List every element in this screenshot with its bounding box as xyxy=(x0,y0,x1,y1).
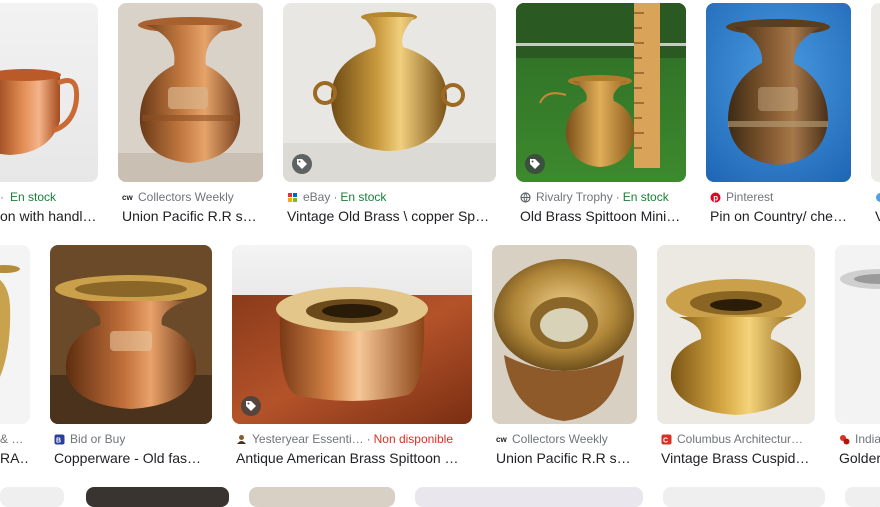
result-thumbnail[interactable] xyxy=(492,245,637,424)
ebay-favicon-icon xyxy=(288,192,297,202)
result-source: C Columbus Architectur… xyxy=(661,432,804,446)
svg-text:cw: cw xyxy=(496,435,507,444)
result-title[interactable]: Copperware - Old fas… xyxy=(54,448,214,468)
stock-badge: En stock xyxy=(10,190,57,204)
result-title[interactable]: Union Pacific R.R s… xyxy=(496,448,638,468)
svg-text:cw: cw xyxy=(122,193,133,202)
result-thumbnail-partial[interactable] xyxy=(663,487,825,507)
brass-cuspidor-image xyxy=(657,245,815,424)
yesteryear-favicon-icon xyxy=(237,434,246,444)
blue-background-spittoon-image xyxy=(706,3,851,182)
spittoon-image xyxy=(835,245,880,424)
spittoon-top-view-image xyxy=(492,245,637,424)
favicon xyxy=(876,192,880,202)
result-thumbnail-partial[interactable] xyxy=(415,487,643,507)
svg-text:C: C xyxy=(663,437,668,444)
result-title[interactable]: V xyxy=(875,206,880,226)
result-source: & … xyxy=(0,432,24,446)
result-source: B Bid or Buy xyxy=(54,432,126,446)
result-source: cw Collectors Weekly xyxy=(496,432,608,446)
result-thumbnail[interactable] xyxy=(516,3,686,182)
result-thumbnail-partial[interactable] xyxy=(0,487,64,507)
india-favicon-icon xyxy=(840,434,850,444)
result-source xyxy=(875,189,880,205)
copperware-spittoon-image xyxy=(50,245,212,424)
svg-text:p: p xyxy=(713,193,718,202)
result-title[interactable]: RA… xyxy=(0,448,30,468)
result-thumbnail[interactable] xyxy=(835,245,880,424)
result-thumbnail-partial[interactable] xyxy=(86,487,229,507)
result-thumbnail[interactable] xyxy=(706,3,851,182)
result-source: Yesteryear Essenti… · Non disponible xyxy=(236,431,474,447)
result-source: India xyxy=(839,431,880,447)
result-thumbnail[interactable] xyxy=(283,3,496,182)
result-thumbnail[interactable] xyxy=(118,3,263,182)
result-thumbnail[interactable] xyxy=(871,3,880,182)
result-thumbnail-partial[interactable] xyxy=(845,487,880,507)
result-title[interactable]: on with handl… xyxy=(0,206,100,226)
collectors-weekly-favicon-icon: cw xyxy=(496,435,507,444)
result-thumbnail[interactable] xyxy=(0,3,98,182)
shopping-tag-icon xyxy=(292,154,312,174)
result-source: · En stock xyxy=(0,189,100,205)
result-source: eBay · En stock xyxy=(287,189,497,205)
result-source: p Pinterest xyxy=(710,189,852,205)
result-thumbnail[interactable] xyxy=(50,245,212,424)
result-title[interactable]: Union Pacific R.R s… xyxy=(122,206,264,226)
result-title[interactable]: Golder xyxy=(839,448,880,468)
result-thumbnail-partial[interactable] xyxy=(249,487,395,507)
shopping-tag-icon xyxy=(241,396,261,416)
mini-spittoon-image xyxy=(516,3,686,182)
collectors-weekly-favicon-icon: cw xyxy=(122,193,133,202)
result-title[interactable]: Vintage Brass Cuspid… xyxy=(661,448,817,468)
brass-spittoon-image xyxy=(283,3,496,182)
bid-or-buy-favicon-icon: B xyxy=(54,434,65,444)
globe-favicon-icon xyxy=(520,191,531,203)
pinterest-favicon-icon: p xyxy=(710,192,721,202)
svg-text:B: B xyxy=(56,437,61,444)
stock-badge: En stock xyxy=(622,190,669,204)
wide-brass-spittoon-image xyxy=(232,245,472,424)
brass-spittoon-image xyxy=(0,245,30,424)
shopping-tag-icon xyxy=(525,154,545,174)
stock-badge: En stock xyxy=(340,190,387,204)
result-source: Rivalry Trophy · En stock xyxy=(520,189,688,205)
result-title[interactable]: Vintage Old Brass \ copper Sp… xyxy=(287,206,497,226)
copper-spittoon-image xyxy=(118,3,263,182)
availability-badge: Non disponible xyxy=(373,432,453,446)
result-title[interactable]: Pin on Country/ che… xyxy=(710,206,852,226)
result-source: cw Collectors Weekly xyxy=(122,190,234,204)
result-title[interactable]: Antique American Brass Spittoon … xyxy=(236,448,474,468)
result-thumbnail[interactable] xyxy=(657,245,815,424)
result-thumbnail[interactable] xyxy=(0,245,30,424)
copper-mug-image xyxy=(0,3,98,182)
columbus-architectural-favicon-icon: C xyxy=(661,434,672,444)
result-thumbnail[interactable] xyxy=(232,245,472,424)
result-title[interactable]: Old Brass Spittoon Mini… xyxy=(520,206,688,226)
source-dot: · xyxy=(0,190,4,204)
